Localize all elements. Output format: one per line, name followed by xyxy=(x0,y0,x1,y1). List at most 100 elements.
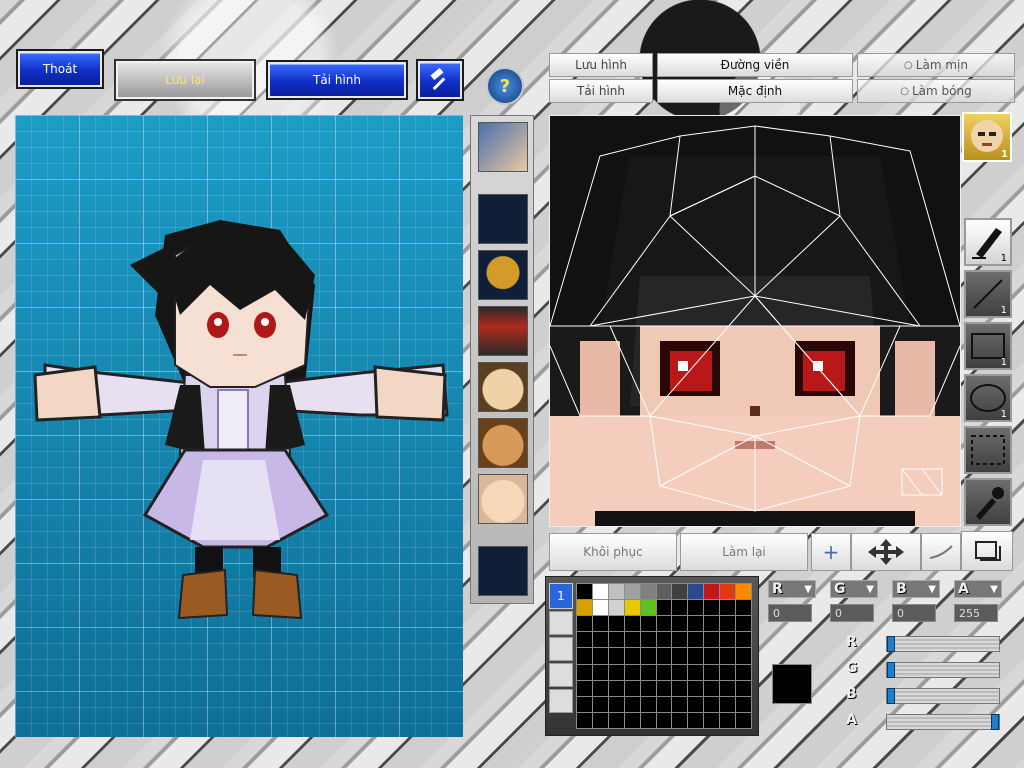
palette-swatch[interactable] xyxy=(576,615,593,633)
palette-swatch[interactable] xyxy=(655,582,673,601)
palette-swatch[interactable] xyxy=(655,631,673,649)
palette-swatch[interactable] xyxy=(576,631,593,649)
g-value-field[interactable]: 0 xyxy=(830,604,874,622)
palette-swatch[interactable] xyxy=(687,615,705,633)
palette-swatch[interactable] xyxy=(671,631,689,649)
palette-swatch[interactable] xyxy=(703,615,721,633)
tab-outline[interactable]: Đường viền xyxy=(657,53,853,77)
texture-slot-3[interactable] xyxy=(478,250,528,300)
palette-swatch[interactable] xyxy=(655,711,673,729)
palette-swatch[interactable] xyxy=(719,695,737,713)
palette-swatch[interactable] xyxy=(703,711,721,729)
palette-grid[interactable] xyxy=(576,582,752,729)
palette-swatch[interactable] xyxy=(607,631,625,649)
palette-swatch[interactable] xyxy=(623,615,641,633)
palette-swatch[interactable] xyxy=(703,679,721,697)
curve-button[interactable] xyxy=(921,533,961,571)
palette-swatch[interactable] xyxy=(671,599,689,617)
palette-swatch[interactable] xyxy=(623,647,641,665)
layer-button[interactable] xyxy=(961,531,1013,571)
palette-swatch[interactable] xyxy=(576,599,593,617)
undo-button[interactable]: Khôi phục xyxy=(549,533,677,571)
texture-slot-6[interactable] xyxy=(478,418,528,468)
g-slider-knob[interactable] xyxy=(887,662,895,678)
palette-swatch[interactable] xyxy=(719,663,737,681)
palette-swatch[interactable] xyxy=(719,631,737,649)
palette-swatch[interactable] xyxy=(639,647,657,665)
palette-swatch[interactable] xyxy=(703,599,721,617)
palette-swatch[interactable] xyxy=(655,615,673,633)
palette-swatch[interactable] xyxy=(639,615,657,633)
palette-swatch[interactable] xyxy=(591,663,609,681)
tool-button[interactable] xyxy=(416,59,464,101)
model-preview-canvas[interactable] xyxy=(15,115,463,737)
palette-swatch[interactable] xyxy=(735,631,752,649)
palette-swatch[interactable] xyxy=(671,647,689,665)
palette-swatch[interactable] xyxy=(703,663,721,681)
a-slider-knob[interactable] xyxy=(991,714,999,730)
palette-swatch[interactable] xyxy=(607,647,625,665)
palette-swatch[interactable] xyxy=(591,631,609,649)
tab-default[interactable]: Mặc định xyxy=(657,79,853,103)
move-button[interactable] xyxy=(851,533,921,571)
palette-swatch[interactable] xyxy=(703,647,721,665)
palette-swatch[interactable] xyxy=(671,615,689,633)
g-slider[interactable] xyxy=(886,662,1000,678)
palette-swatch[interactable] xyxy=(719,679,737,697)
palette-tab-5[interactable] xyxy=(549,689,573,713)
palette-swatch[interactable] xyxy=(639,679,657,697)
r-slider[interactable] xyxy=(886,636,1000,652)
palette-swatch[interactable] xyxy=(735,663,752,681)
palette-swatch[interactable] xyxy=(591,615,609,633)
palette-swatch[interactable] xyxy=(687,695,705,713)
palette-swatch[interactable] xyxy=(607,582,625,601)
g-channel-select[interactable]: G ▼ xyxy=(830,580,878,598)
a-channel-select[interactable]: A ▼ xyxy=(954,580,1002,598)
palette-swatch[interactable] xyxy=(719,711,737,729)
b-value-field[interactable]: 0 xyxy=(892,604,936,622)
palette-swatch[interactable] xyxy=(607,599,625,617)
palette-swatch[interactable] xyxy=(687,582,705,601)
palette-swatch[interactable] xyxy=(607,711,625,729)
ellipse-tool[interactable]: 1 xyxy=(964,374,1012,422)
palette-swatch[interactable] xyxy=(607,695,625,713)
r-slider-knob[interactable] xyxy=(887,636,895,652)
texture-slot-1[interactable] xyxy=(478,122,528,172)
b-slider[interactable] xyxy=(886,688,1000,704)
palette-swatch[interactable] xyxy=(703,695,721,713)
palette-swatch[interactable] xyxy=(623,599,641,617)
palette-swatch[interactable] xyxy=(687,679,705,697)
palette-swatch[interactable] xyxy=(703,631,721,649)
palette-swatch[interactable] xyxy=(735,679,752,697)
palette-swatch[interactable] xyxy=(671,582,689,601)
palette-swatch[interactable] xyxy=(687,711,705,729)
palette-swatch[interactable] xyxy=(655,599,673,617)
palette-swatch[interactable] xyxy=(719,647,737,665)
texture-slot-2[interactable] xyxy=(478,194,528,244)
tab-load-image[interactable]: Tải hình xyxy=(549,79,653,103)
palette-swatch[interactable] xyxy=(735,582,752,601)
palette-tab-1[interactable]: 1 xyxy=(549,583,573,609)
a-slider[interactable] xyxy=(886,714,1000,730)
tab-save-image[interactable]: Lưu hình xyxy=(549,53,653,77)
palette-swatch[interactable] xyxy=(576,582,593,601)
palette-tab-2[interactable] xyxy=(549,611,573,635)
palette-swatch[interactable] xyxy=(623,695,641,713)
palette-swatch[interactable] xyxy=(607,679,625,697)
smooth-option[interactable]: ○ Làm mịn xyxy=(857,53,1015,77)
palette-swatch[interactable] xyxy=(639,695,657,713)
portrait-badge[interactable]: 1 xyxy=(962,112,1012,162)
palette-swatch[interactable] xyxy=(591,695,609,713)
a-value-field[interactable]: 255 xyxy=(954,604,998,622)
exit-button[interactable]: Thoát xyxy=(16,49,104,89)
palette-swatch[interactable] xyxy=(576,647,593,665)
palette-swatch[interactable] xyxy=(607,615,625,633)
palette-swatch[interactable] xyxy=(576,679,593,697)
palette-swatch[interactable] xyxy=(671,695,689,713)
palette-swatch[interactable] xyxy=(735,599,752,617)
palette-swatch[interactable] xyxy=(687,631,705,649)
palette-swatch[interactable] xyxy=(639,663,657,681)
palette-swatch[interactable] xyxy=(623,582,641,601)
palette-swatch[interactable] xyxy=(735,615,752,633)
palette-swatch[interactable] xyxy=(703,582,721,601)
